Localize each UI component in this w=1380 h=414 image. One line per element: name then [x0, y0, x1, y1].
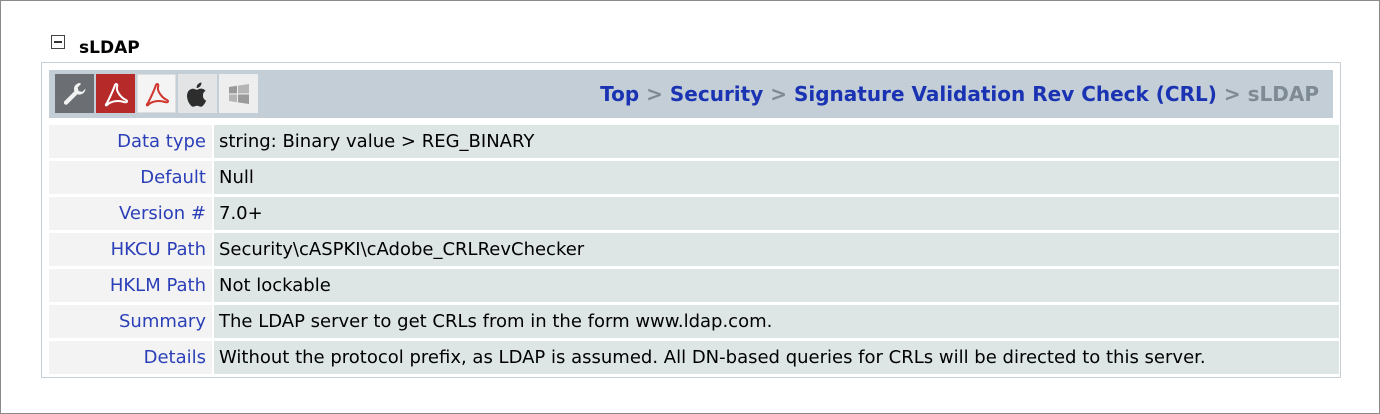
apple-icon[interactable] [178, 74, 217, 113]
section-title: sLDAP [79, 38, 140, 58]
toolbar: Top > Security > Signature Validation Re… [49, 70, 1333, 118]
property-label: HKCU Path [49, 233, 212, 266]
property-row-hklm-path: HKLM Path Not lockable [49, 269, 1339, 302]
breadcrumb-separator: > [770, 82, 794, 106]
breadcrumb: Top > Security > Signature Validation Re… [600, 82, 1319, 106]
property-row-details: Details Without the protocol prefix, as … [49, 341, 1339, 374]
property-value: Null [214, 161, 1339, 194]
property-label: Data type [49, 125, 212, 158]
page-frame: sLDAP Top > Security > Signature Validat… [0, 0, 1380, 414]
wrench-icon[interactable] [55, 74, 94, 113]
breadcrumb-separator: > [646, 82, 670, 106]
breadcrumb-link-top[interactable]: Top [600, 82, 639, 106]
breadcrumb-link-security[interactable]: Security [670, 82, 763, 106]
property-label: Version # [49, 197, 212, 230]
property-label: Default [49, 161, 212, 194]
property-value: The LDAP server to get CRLs from in the … [214, 305, 1339, 338]
property-value: 7.0+ [214, 197, 1339, 230]
toolbar-icons [55, 74, 260, 113]
property-value: Security\cASPKI\cAdobe_CRLRevChecker [214, 233, 1339, 266]
property-label: HKLM Path [49, 269, 212, 302]
property-value: Without the protocol prefix, as LDAP is … [214, 341, 1339, 374]
windows-icon[interactable] [219, 74, 258, 113]
property-row-summary: Summary The LDAP server to get CRLs from… [49, 305, 1339, 338]
section-header: sLDAP [51, 32, 140, 58]
collapse-minus-icon[interactable] [51, 35, 65, 49]
property-row-data-type: Data type string: Binary value > REG_BIN… [49, 125, 1339, 158]
property-row-default: Default Null [49, 161, 1339, 194]
breadcrumb-link-signature-validation[interactable]: Signature Validation Rev Check (CRL) [794, 82, 1217, 106]
setting-panel: Top > Security > Signature Validation Re… [41, 62, 1341, 378]
acrobat-pdf-icon[interactable] [96, 74, 135, 113]
property-value: Not lockable [214, 269, 1339, 302]
property-value: string: Binary value > REG_BINARY [214, 125, 1339, 158]
breadcrumb-current: sLDAP [1247, 82, 1319, 106]
breadcrumb-separator: > [1223, 82, 1248, 106]
property-table: Data type string: Binary value > REG_BIN… [49, 125, 1339, 377]
property-label: Details [49, 341, 212, 374]
property-row-hkcu-path: HKCU Path Security\cASPKI\cAdobe_CRLRevC… [49, 233, 1339, 266]
property-row-version: Version # 7.0+ [49, 197, 1339, 230]
property-label: Summary [49, 305, 212, 338]
reader-pdf-icon[interactable] [137, 74, 176, 113]
